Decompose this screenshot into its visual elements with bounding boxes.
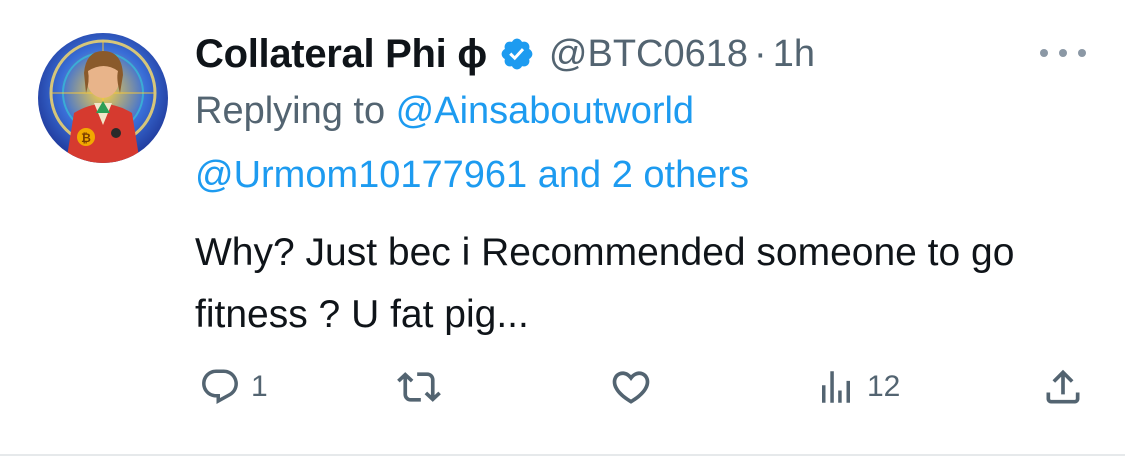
share-upload-icon	[1041, 365, 1085, 409]
reply-count: 1	[251, 370, 268, 403]
author-handle[interactable]: @BTC0618	[549, 33, 748, 76]
views-button[interactable]: 12	[815, 362, 900, 412]
views-bar-icon	[815, 366, 857, 408]
tweet-text: Why? Just bec i Recommended someone to g…	[195, 231, 1015, 336]
avatar[interactable]: ₿	[38, 33, 168, 163]
svg-text:₿: ₿	[81, 131, 91, 145]
retweet-button[interactable]	[397, 362, 451, 412]
replying-to: Replying to @Ainsaboutworld	[195, 90, 694, 133]
others-link[interactable]: and 2 others	[527, 154, 749, 196]
reply-button[interactable]: 1	[199, 362, 268, 412]
avatar-image: ₿	[38, 33, 168, 163]
heart-icon	[609, 365, 653, 409]
mention-link[interactable]: @Ainsaboutworld	[396, 90, 694, 132]
more-dots-icon[interactable]	[1040, 38, 1086, 68]
timestamp[interactable]: 1h	[773, 33, 815, 76]
tweet-header: Collateral Phi ϕ @BTC0618 · 1h	[195, 28, 815, 80]
reply-bubble-icon	[199, 366, 241, 408]
action-bar: 1 12	[195, 362, 1095, 412]
verified-badge-icon	[499, 36, 535, 72]
retweet-icon	[397, 365, 441, 409]
tweet-card[interactable]: ₿ Collateral Phi ϕ @BTC0618 · 1h Replyin…	[0, 0, 1125, 456]
share-button[interactable]	[1041, 362, 1085, 412]
views-count: 12	[867, 370, 901, 403]
display-name[interactable]: Collateral Phi ϕ	[195, 32, 487, 77]
replying-to-more: @Urmom10177961 and 2 others	[195, 154, 749, 197]
like-button[interactable]	[609, 362, 663, 412]
replying-to-label: Replying to	[195, 90, 396, 132]
separator-dot: ·	[754, 32, 767, 75]
mention-link[interactable]: @Urmom10177961	[195, 154, 527, 196]
